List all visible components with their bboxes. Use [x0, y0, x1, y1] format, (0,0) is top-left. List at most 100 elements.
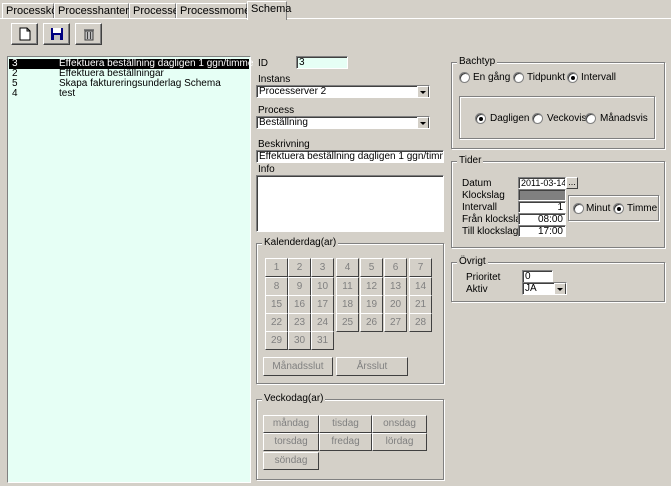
list-item[interactable]: 4 test — [9, 89, 249, 99]
aktiv-value: JA — [525, 283, 537, 294]
bachtyp-title: Bachtyp — [457, 56, 498, 67]
trash-icon — [84, 29, 94, 41]
instans-select[interactable]: Processerver 2 — [256, 85, 430, 98]
delete-button[interactable] — [75, 23, 102, 45]
calendar-day-button[interactable]: 15 — [265, 295, 288, 314]
aktiv-select[interactable]: JA — [522, 282, 567, 295]
schedule-list[interactable]: 3 Effektuera beställning dagligen 1 ggn/… — [7, 56, 253, 483]
chevron-down-icon[interactable] — [417, 117, 429, 128]
radio-en-gang-label: En gång — [473, 72, 511, 83]
calendar-day-button[interactable]: 18 — [336, 295, 359, 314]
calendar-day-button[interactable]: 28 — [409, 313, 432, 332]
id-label: ID — [258, 58, 268, 69]
calendar-day-button[interactable]: 20 — [384, 295, 407, 314]
chevron-down-icon[interactable] — [417, 86, 429, 97]
radio-tidpunkt[interactable] — [513, 72, 524, 83]
fran-klockslag-label: Från klockslag — [462, 214, 527, 225]
weekday-monday-button[interactable]: måndag — [263, 415, 319, 433]
year-end-button[interactable]: Årsslut — [336, 357, 408, 376]
aktiv-label: Aktiv — [466, 284, 488, 295]
fran-klockslag-field[interactable]: 08:00 — [518, 213, 566, 225]
radio-intervall[interactable] — [567, 72, 578, 83]
calendar-day-button[interactable]: 23 — [288, 313, 311, 332]
radio-minut-label: Minut — [586, 203, 611, 214]
radio-timme[interactable] — [613, 203, 624, 214]
calendar-day-button[interactable]: 7 — [409, 258, 432, 277]
vecko-title: Veckodag(ar) — [262, 393, 326, 404]
calendar-day-button[interactable]: 2 — [288, 258, 311, 277]
calendar-day-button[interactable]: 3 — [311, 258, 334, 277]
calendar-day-button[interactable]: 22 — [265, 313, 288, 332]
calendar-day-button[interactable]: 21 — [409, 295, 432, 314]
process-label: Process — [258, 105, 295, 116]
datum-field[interactable]: 2011-03-14 — [518, 177, 566, 189]
save-disk-icon — [51, 28, 63, 40]
weekday-wednesday-button[interactable]: onsdag — [372, 415, 427, 433]
calendar-day-button[interactable]: 16 — [288, 295, 311, 314]
chevron-down-icon[interactable] — [554, 283, 566, 294]
tab-schema[interactable]: Schema — [247, 1, 291, 20]
radio-veckovis[interactable] — [532, 113, 543, 124]
weekday-friday-button[interactable]: fredag — [319, 433, 372, 451]
radio-dagligen[interactable] — [475, 113, 486, 124]
klockslag-label: Klockslag — [462, 190, 505, 201]
calendar-day-button[interactable]: 30 — [288, 331, 311, 350]
save-button[interactable] — [43, 23, 70, 45]
radio-manadsvis[interactable] — [585, 113, 596, 124]
calendar-day-button[interactable]: 12 — [360, 277, 383, 296]
till-klockslag-label: Till klockslag — [462, 226, 519, 237]
tider-title: Tider — [457, 155, 484, 166]
instans-label: Instans — [258, 74, 291, 85]
datum-label: Datum — [462, 178, 492, 189]
new-button[interactable] — [11, 23, 38, 45]
intervall-label: Intervall — [462, 202, 498, 213]
process-select[interactable]: Beställning — [256, 116, 430, 129]
info-label: Info — [258, 164, 275, 175]
list-item[interactable]: 5 Skapa faktureringsunderlag Schema — [9, 79, 249, 89]
calendar-day-button[interactable]: 6 — [384, 258, 407, 277]
new-document-icon — [19, 27, 31, 41]
list-item-name: test — [59, 88, 76, 99]
tab-processer[interactable]: Processer — [129, 3, 183, 18]
calendar-day-button[interactable]: 1 — [265, 258, 288, 277]
weekday-tuesday-button[interactable]: tisdag — [319, 415, 372, 433]
calendar-day-button[interactable]: 26 — [360, 313, 383, 332]
radio-intervall-label: Intervall — [581, 72, 617, 83]
calendar-day-button[interactable]: 14 — [409, 277, 432, 296]
calendar-day-button[interactable]: 31 — [311, 331, 334, 350]
process-value: Beställning — [259, 117, 308, 128]
radio-minut[interactable] — [573, 203, 584, 214]
radio-tidpunkt-label: Tidpunkt — [527, 72, 565, 83]
calendar-day-button[interactable]: 13 — [384, 277, 407, 296]
weekday-thursday-button[interactable]: torsdag — [263, 433, 319, 451]
info-textarea[interactable] — [256, 175, 444, 232]
prioritet-label: Prioritet — [466, 272, 501, 283]
radio-en-gang[interactable] — [459, 72, 470, 83]
calendar-day-button[interactable]: 10 — [311, 277, 334, 296]
radio-timme-label: Timme — [627, 203, 658, 214]
calendar-day-button[interactable]: 11 — [336, 277, 359, 296]
tab-processmoment[interactable]: Processmoment — [176, 3, 259, 18]
date-picker-button[interactable]: ... — [566, 177, 578, 189]
calendar-day-button[interactable]: 27 — [384, 313, 407, 332]
till-klockslag-field[interactable]: 17:00 — [518, 225, 566, 237]
calendar-day-button[interactable]: 19 — [360, 295, 383, 314]
calendar-day-button[interactable]: 17 — [311, 295, 334, 314]
calendar-day-button[interactable]: 29 — [265, 331, 288, 350]
beskrivning-field[interactable]: Effektuera beställning dagligen 1 ggn/ti… — [256, 150, 444, 163]
list-item-name: Skapa faktureringsunderlag Schema — [59, 78, 221, 89]
weekday-saturday-button[interactable]: lördag — [372, 433, 427, 451]
tab-processhanterare[interactable]: Processhanterare — [54, 3, 145, 18]
tab-processko[interactable]: Processkö — [2, 3, 57, 18]
calendar-day-button[interactable]: 25 — [336, 313, 359, 332]
klockslag-field — [518, 189, 566, 201]
calendar-day-button[interactable]: 24 — [311, 313, 334, 332]
calendar-day-button[interactable]: 8 — [265, 277, 288, 296]
calendar-day-button[interactable]: 5 — [360, 258, 383, 277]
month-end-button[interactable]: Månadsslut — [263, 357, 333, 376]
intervall-field[interactable]: 1 — [518, 201, 566, 213]
calendar-day-button[interactable]: 9 — [288, 277, 311, 296]
calendar-day-button[interactable]: 4 — [336, 258, 359, 277]
beskrivning-label: Beskrivning — [258, 139, 310, 150]
weekday-sunday-button[interactable]: söndag — [263, 452, 319, 470]
